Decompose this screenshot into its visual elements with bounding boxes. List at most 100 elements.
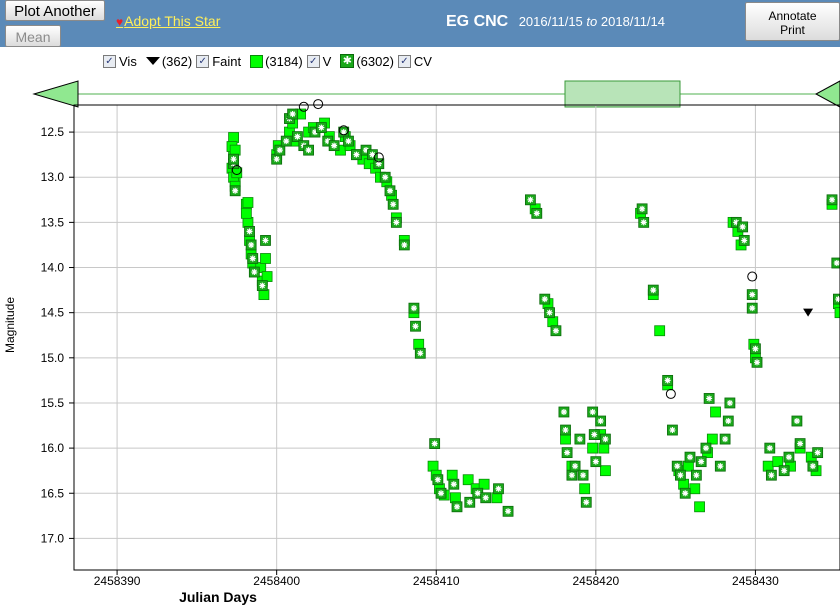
cv-point [778,465,790,477]
cv-point-star [583,499,590,506]
cv-point-star [393,219,400,226]
v-point [834,307,840,319]
v-point [678,478,690,490]
cv-point [791,415,803,427]
cv-point-star [597,418,604,425]
v-point [229,144,241,156]
cv-point-star [702,445,709,452]
cv-point [561,447,573,459]
cv-point [384,185,396,197]
cv-point-star [246,228,253,235]
cv-point-star [232,187,239,194]
cv-point-star [262,237,269,244]
cv-point-star [752,345,759,352]
cv-point-star [390,201,397,208]
cv-point [690,469,702,481]
cv-point [292,131,303,143]
v-point [242,197,254,208]
cv-point [679,487,691,499]
cv-point-star [781,467,788,474]
cv-point [647,284,659,296]
cv-point-star [401,241,408,248]
cv-point-star [809,463,816,470]
cv-point-star [698,458,705,465]
x-tick-label: 2458390 [94,574,141,588]
y-tick-label: 17.0 [41,531,65,545]
y-tick-label: 14.0 [41,261,65,275]
cv-point-star [722,436,729,443]
cv-point-star [560,408,567,415]
cv-point [451,501,463,513]
cv-point-star [482,494,489,501]
cv-point [695,456,707,468]
v-point [260,253,271,264]
v-point [450,492,461,504]
data-points [226,99,840,517]
cv-point-star [410,305,417,312]
cv-point-star [251,269,258,276]
v-point [772,456,784,468]
cv-point-star [454,503,460,510]
cv-point [493,483,504,495]
cv-point-star [434,476,441,483]
v-point [710,406,721,418]
cv-point-star [318,124,325,131]
cv-point-star [793,418,800,425]
v-point [600,465,611,477]
cv-point-star [576,436,583,443]
cv-point [248,266,260,278]
cv-point-star [829,196,836,203]
cv-point [833,293,840,305]
v-point [579,483,591,495]
cv-point [558,406,570,418]
cv-point [722,415,734,427]
x-tick-label: 2458420 [572,574,619,588]
cv-point-star [664,377,671,384]
cv-point [379,171,391,183]
cv-point-star [283,138,290,145]
cv-point [502,505,514,517]
v-point [228,132,239,143]
cv-point [274,144,286,156]
y-axis-ticks: 12.5 13.0 13.5 14.0 14.5 15.0 15.5 16.0 16.5 17.0 [41,125,74,545]
y-tick-label: 16.5 [41,486,65,500]
cv-point-star [814,449,821,456]
cv-point [569,460,581,472]
cv-point [429,438,441,449]
y-tick-label: 15.5 [41,396,65,410]
y-tick-label: 12.5 [41,125,65,139]
cv-point [271,153,283,165]
cv-point-star [331,142,338,149]
cv-point-star [345,138,352,145]
cv-point [595,415,607,427]
cv-point-star [741,237,748,244]
x-tick-label: 2458430 [732,574,779,588]
cv-point-star [541,296,548,303]
cv-point-star [249,255,256,262]
x-tick-label: 2458400 [253,574,300,588]
cv-point-star [739,223,746,230]
v-point [478,478,490,490]
cv-point [750,343,761,355]
cv-point [580,496,592,508]
cv-point [826,194,838,206]
cv-point [700,442,712,454]
cv-point [588,429,600,440]
cv-point-star [580,472,587,479]
cv-point [480,492,492,504]
v-point [258,289,270,301]
cv-point [544,307,555,319]
cv-point [587,406,599,418]
cv-point [390,216,402,228]
cv-point [590,456,602,468]
cv-point-star [726,399,733,406]
cv-point-star [353,151,360,158]
x-axis-ticks: 2458390 2458400 2458410 2458420 2458430 [94,570,779,588]
cv-point-star [568,472,575,479]
cv-point-star [682,490,689,497]
cv-point [398,239,410,251]
cv-point [367,149,378,161]
cv-point-star [546,309,553,316]
y-axis-label: Magnitude [3,297,17,353]
cv-point [432,474,444,486]
